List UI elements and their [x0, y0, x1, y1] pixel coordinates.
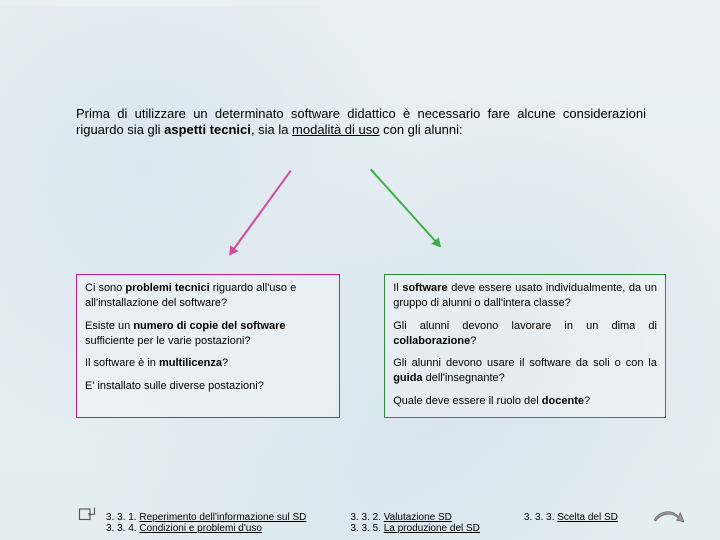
intro-paragraph: Prima di utilizzare un determinato softw… [76, 106, 646, 139]
intro-bold-aspetti: aspetti tecnici [164, 122, 251, 137]
intro-text: , sia la [251, 122, 292, 137]
links-col2: 3. 3. 2. Valutazione SD 3. 3. 5. La prod… [350, 512, 480, 534]
back-arrow-icon[interactable] [654, 508, 684, 534]
arrow-right [370, 169, 441, 248]
use-q1: Il software deve essere usato individual… [393, 281, 657, 311]
link-condizioni[interactable]: Condizioni e problemi d'uso [139, 523, 262, 534]
intro-text: con gli alunni: [380, 122, 463, 137]
tech-q4: E' installato sulle diverse postazioni? [85, 379, 331, 394]
footer-links: 3. 3. 1. Reperimento dell'informazione s… [106, 512, 690, 534]
page-title: 3. 3. 4. Condizioni e problemi di uso [6, 6, 714, 36]
links-col1: 3. 3. 1. Reperimento dell'informazione s… [106, 512, 306, 534]
content-columns: Ci sono problemi tecnici riguardo all'us… [76, 274, 666, 418]
use-q4: Quale deve essere il ruolo del docente? [393, 394, 657, 409]
use-q3: Gli alunni devono usare il software da s… [393, 356, 657, 386]
intro-underline-modalita: modalità di uso [292, 122, 379, 137]
link-produzione[interactable]: La produzione del SD [384, 523, 480, 534]
usage-box: Il software deve essere usato individual… [384, 274, 666, 418]
technical-box: Ci sono problemi tecnici riguardo all'us… [76, 274, 340, 418]
link-scelta[interactable]: Scelta del SD [557, 512, 618, 523]
tech-q1: Ci sono problemi tecnici riguardo all'us… [85, 281, 331, 311]
arrow-left [229, 170, 292, 255]
link-reperimento[interactable]: Reperimento dell'informazione sul SD [139, 512, 306, 523]
tech-q2: Esiste un numero di copie del software s… [85, 319, 331, 349]
page-title-text: 3. 3. 4. Condizioni e problemi di uso [224, 11, 496, 28]
tech-q3: Il software è in multilicenza? [85, 356, 331, 371]
use-q2: Gli alunni devono lavorare in un dima di… [393, 319, 657, 349]
return-icon[interactable] [78, 506, 96, 524]
links-col3: 3. 3. 3. Scelta del SD [524, 512, 618, 534]
link-valutazione[interactable]: Valutazione SD [384, 512, 452, 523]
